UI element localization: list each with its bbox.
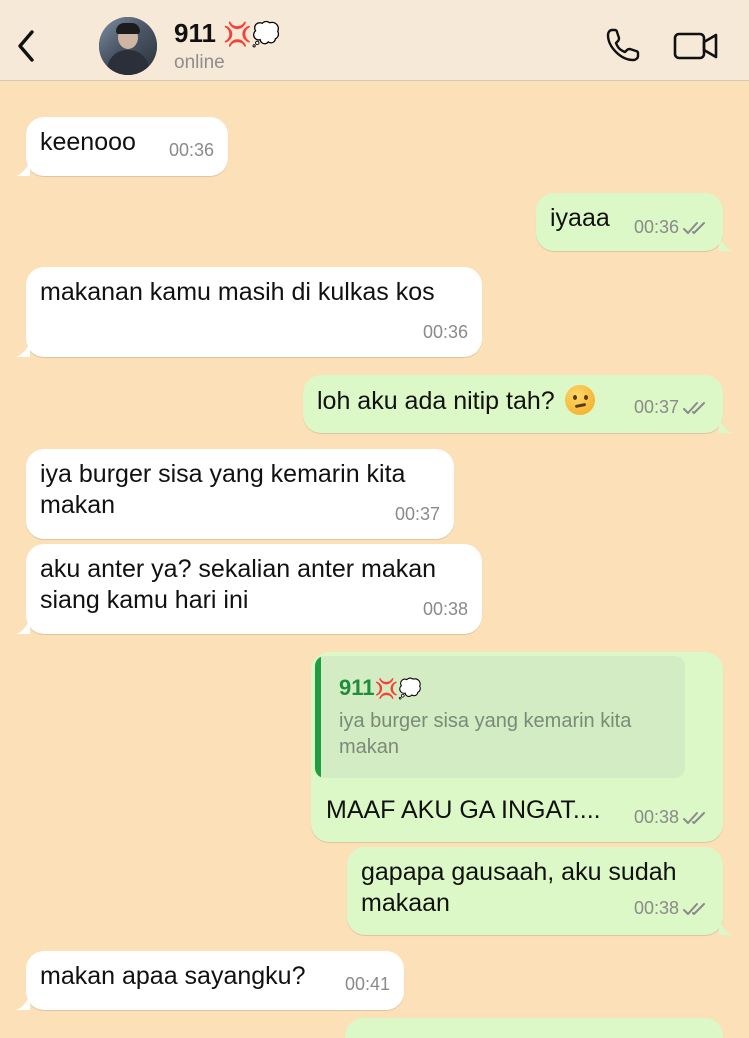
message-time: 00:36 — [168, 140, 214, 160]
thinking-face-emoji — [564, 385, 595, 415]
message-meta: 00:36 — [169, 135, 214, 166]
bubble-tail — [16, 343, 30, 357]
message-text: MAAF AKU GA INGAT.... — [326, 796, 601, 824]
quoted-sender-emoji: 💢💭 — [374, 679, 422, 700]
message-text: loh aku ada nitip tah? — [317, 387, 555, 415]
message-time: 00:38 — [633, 807, 679, 827]
double-check-icon — [683, 401, 705, 414]
message-time: 00:37 — [633, 397, 679, 417]
message-text-line: aku anter ya? sekalian anter makan — [40, 555, 437, 583]
contact-name-emoji: 💢💭 — [223, 21, 281, 47]
message-meta: 00:36 — [423, 317, 468, 348]
double-check-icon — [683, 902, 705, 915]
chat-header: 911 💢💭 online — [0, 0, 749, 81]
avatar[interactable] — [99, 17, 157, 75]
quoted-text-line: makan — [339, 736, 400, 758]
message-incoming[interactable]: aku anter ya? sekalian anter makan siang… — [16, 544, 482, 634]
message-meta: 00:37 — [395, 499, 440, 530]
message-meta: 00:38 — [423, 594, 468, 625]
quoted-text: iya burger sisa yang kemarin kita makan — [339, 708, 669, 760]
message-time: 00:38 — [633, 898, 679, 918]
message-time: 00:36 — [633, 217, 679, 237]
message-outgoing[interactable]: loh aku ada nitip tah? 00:37 — [303, 375, 733, 433]
message-incoming[interactable]: keenooo 00:36 — [16, 117, 228, 176]
message-outgoing[interactable]: iyaaa 00:36 — [536, 193, 733, 251]
message-time: 00:38 — [422, 599, 468, 619]
message-incoming[interactable]: makan apaa sayangku? 00:41 — [16, 951, 404, 1010]
message-time: 00:36 — [422, 322, 468, 342]
message-text-line: iya burger sisa yang kemarin kita — [40, 460, 406, 488]
message-outgoing-partial[interactable] — [345, 1018, 723, 1038]
quoted-sender-name: 911 — [339, 675, 375, 700]
message-meta: 00:37 — [634, 392, 709, 423]
message-text-line: siang kamu hari ini — [40, 586, 249, 614]
double-check-icon — [683, 811, 705, 824]
bubble-tail — [719, 419, 733, 433]
double-check-icon — [683, 221, 705, 234]
message-outgoing[interactable]: gapapa gausaah, aku sudah makaan 00:38 — [347, 847, 733, 935]
quoted-sender: 911💢💭 — [339, 672, 422, 705]
quoted-text-line: iya burger sisa yang kemarin kita — [339, 710, 632, 732]
bubble-tail — [16, 996, 30, 1010]
quote-accent-bar — [315, 656, 321, 778]
message-outgoing-reply[interactable]: 911💢💭 iya burger sisa yang kemarin kita … — [311, 652, 723, 842]
message-meta: 00:36 — [634, 212, 709, 243]
bubble-tail — [16, 162, 30, 176]
message-time: 00:41 — [344, 974, 390, 994]
contact-name-text: 911 — [174, 18, 216, 48]
contact-name[interactable]: 911 💢💭 — [174, 18, 280, 49]
contact-status: online — [174, 52, 225, 73]
message-incoming[interactable]: makanan kamu masih di kulkas kos 00:36 — [16, 267, 482, 357]
message-text: makan apaa sayangku? — [40, 962, 306, 990]
phone-call-icon[interactable] — [605, 27, 641, 63]
message-text: makanan kamu masih di kulkas kos — [40, 278, 435, 306]
quoted-message[interactable]: 911💢💭 iya burger sisa yang kemarin kita … — [315, 656, 685, 778]
message-time: 00:37 — [394, 504, 440, 524]
message-meta: 00:41 — [345, 969, 390, 1000]
message-meta: 00:38 — [634, 893, 709, 924]
bubble-tail — [16, 620, 30, 634]
bubble-tail — [719, 921, 733, 935]
back-chevron-icon[interactable] — [14, 26, 40, 66]
message-meta: 00:38 — [634, 802, 709, 833]
message-text-line: gapapa gausaah, aku sudah — [361, 858, 677, 886]
video-call-icon[interactable] — [673, 31, 719, 61]
message-text-line: makan — [40, 491, 116, 519]
message-incoming[interactable]: iya burger sisa yang kemarin kita makan … — [26, 449, 454, 539]
bubble-tail — [719, 237, 733, 251]
